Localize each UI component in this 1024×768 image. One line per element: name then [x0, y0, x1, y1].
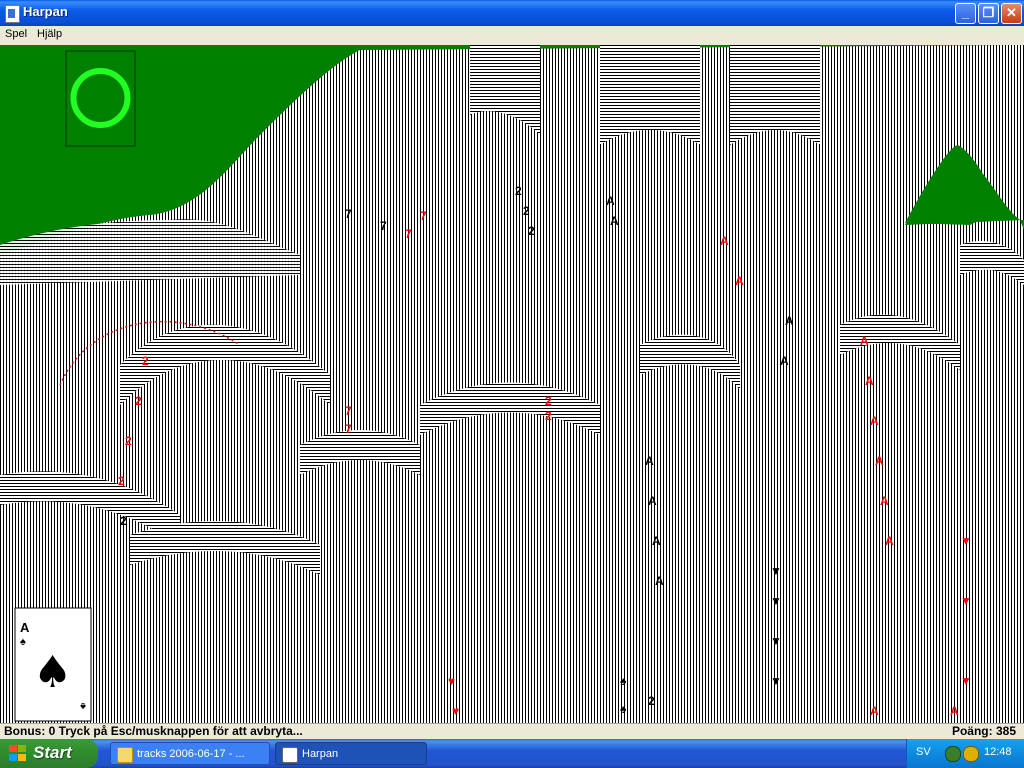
svg-text:A: A: [735, 274, 744, 288]
svg-text:A: A: [875, 454, 884, 468]
language-indicator[interactable]: SV: [916, 746, 931, 758]
globe-icon[interactable]: [963, 746, 979, 762]
window-title: Harpan: [23, 4, 68, 19]
svg-text:A: A: [648, 494, 657, 508]
system-tray: SV 12:48: [906, 739, 1024, 768]
svg-text:2: 2: [648, 694, 655, 708]
app-icon[interactable]: [5, 5, 20, 23]
start-button[interactable]: Start: [0, 739, 98, 768]
title-bar[interactable]: Harpan _ ❐ ✕: [0, 0, 1024, 26]
svg-text:2: 2: [118, 474, 125, 488]
maximize-button[interactable]: ❐: [978, 3, 999, 24]
menu-spel[interactable]: Spel: [5, 28, 27, 40]
score-display: Poäng: 385: [951, 724, 1016, 738]
svg-text:▼: ▼: [770, 674, 782, 688]
svg-text:2: 2: [528, 224, 535, 238]
minimize-button[interactable]: _: [955, 3, 976, 24]
stock-pile-slot[interactable]: [65, 50, 136, 147]
svg-text:A: A: [860, 334, 869, 348]
taskbar: Start tracks 2006-06-17 - ... Harpan SV …: [0, 739, 1024, 768]
svg-text:2: 2: [523, 204, 530, 218]
clock[interactable]: 12:48: [984, 746, 1012, 758]
svg-text:A: A: [720, 234, 729, 248]
card-suit-small-bottom: ♠: [80, 700, 86, 712]
svg-text:A: A: [870, 414, 879, 428]
game-area[interactable]: 7 7 7 7 2 2 2 A A A A A A A A A A A A A …: [0, 45, 1024, 723]
svg-text:A: A: [865, 374, 874, 388]
svg-text:2: 2: [545, 394, 552, 408]
tray-app-icon[interactable]: [945, 746, 961, 762]
task-label: Harpan: [302, 748, 339, 760]
svg-text:▼: ▼: [770, 594, 782, 608]
svg-text:2: 2: [515, 184, 522, 198]
menu-bar: Spel Hjälp: [0, 26, 1024, 45]
svg-text:▼: ▼: [770, 634, 782, 648]
svg-text:7: 7: [420, 209, 427, 223]
svg-text:2: 2: [142, 354, 149, 368]
card-cascade: 7 7 7 7 2 2 2 A A A A A A A A A A A A A …: [0, 45, 1024, 723]
card-suit-small: ♠: [20, 636, 26, 648]
svg-text:A: A: [655, 574, 664, 588]
taskbar-button-harpan[interactable]: Harpan: [275, 742, 427, 765]
svg-text:A: A: [950, 704, 959, 718]
svg-text:2: 2: [120, 514, 127, 528]
close-button[interactable]: ✕: [1001, 3, 1022, 24]
foundation-card-ace-spades[interactable]: A ♠ ♠ ♠: [14, 607, 92, 722]
windows-logo-icon: [9, 745, 27, 762]
svg-text:7: 7: [345, 404, 352, 418]
svg-text:A: A: [880, 494, 889, 508]
svg-text:2: 2: [545, 409, 552, 423]
svg-text:A: A: [610, 214, 619, 228]
solitaire-icon: [282, 747, 298, 763]
svg-text:▼: ▼: [770, 564, 782, 578]
svg-text:A: A: [870, 704, 879, 718]
svg-text:7: 7: [345, 207, 352, 221]
taskbar-button-tracks[interactable]: tracks 2006-06-17 - ...: [110, 742, 270, 765]
svg-text:A: A: [606, 194, 615, 208]
svg-text:♥: ♥: [452, 704, 459, 718]
svg-text:▼: ▼: [960, 594, 972, 608]
svg-text:▼: ▼: [960, 534, 972, 548]
svg-text:2: 2: [125, 434, 132, 448]
menu-hjalp[interactable]: Hjälp: [37, 28, 62, 40]
svg-text:♠: ♠: [620, 674, 627, 688]
svg-text:♠: ♠: [620, 702, 627, 716]
folder-icon: [117, 747, 133, 763]
spade-icon: ♠: [33, 647, 72, 698]
svg-text:7: 7: [405, 227, 412, 241]
svg-text:A: A: [885, 534, 894, 548]
status-bar: Bonus: 0 Tryck på Esc/musknappen för att…: [0, 723, 1024, 740]
svg-text:▼: ▼: [960, 674, 972, 688]
svg-text:A: A: [780, 354, 789, 368]
task-label: tracks 2006-06-17 - ...: [137, 748, 245, 760]
card-rank: A: [20, 620, 30, 635]
svg-text:A: A: [652, 534, 661, 548]
svg-text:A: A: [645, 454, 654, 468]
svg-text:♥: ♥: [448, 674, 455, 688]
svg-text:7: 7: [345, 422, 352, 436]
svg-text:2: 2: [135, 394, 142, 408]
start-label: Start: [33, 743, 72, 762]
status-message: Bonus: 0 Tryck på Esc/musknappen för att…: [4, 724, 303, 738]
svg-text:7: 7: [380, 219, 387, 233]
svg-text:A: A: [785, 314, 794, 328]
